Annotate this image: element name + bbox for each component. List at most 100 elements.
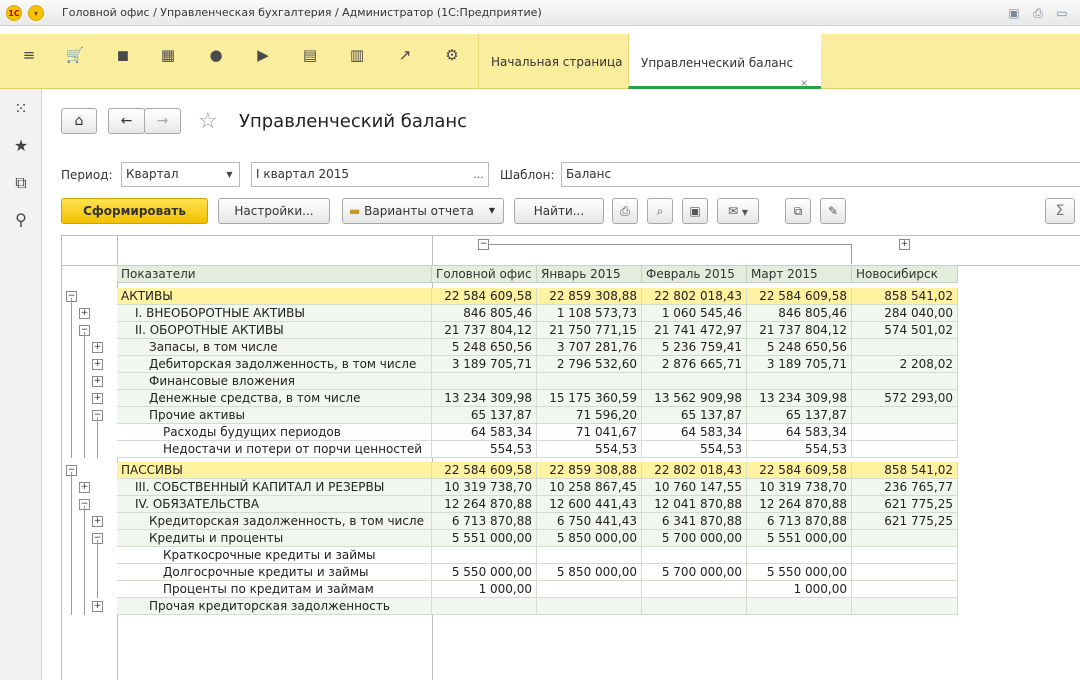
template-label: Шаблон: [500,168,555,182]
report-variants-button[interactable]: ▬ Варианты отчета ▼ [342,198,504,224]
template-field[interactable]: Баланс [561,162,1080,187]
warehouse-icon[interactable]: ▦ [154,43,182,67]
send-email-icon[interactable]: ✉ ▼ [717,198,759,224]
cart-icon[interactable]: 🛒 [61,43,89,67]
print-icon[interactable]: ⎙ [612,198,638,224]
table-row[interactable]: II. ОБОРОТНЫЕ АКТИВЫ 21 737 804,12 21 750 … [117,322,958,339]
row-value-cell: 5 850 000,00 [537,564,642,581]
row-indicator-name: Долгосрочные кредиты и займы [117,564,432,581]
back-button[interactable]: ← [108,108,145,134]
expand-row-group-icon[interactable]: + [79,308,90,319]
expand-column-group-icon[interactable]: + [899,239,910,250]
expand-row-group-icon[interactable]: + [79,482,90,493]
period-dropdown-icon[interactable]: ▼ [220,162,240,187]
row-indicator-name: Дебиторская задолженность, в том числе [117,356,432,373]
edit-report-icon[interactable]: ✎ [820,198,846,224]
apps-grid-icon[interactable]: ⁙ [11,99,31,119]
documents-icon[interactable]: ▤ [296,43,324,67]
arrow-right-icon: → [156,113,169,129]
row-value-cell: 2 796 532,60 [537,356,642,373]
table-row[interactable]: Долгосрочные кредиты и займы 5 550 000,00… [117,564,958,581]
truck-icon[interactable]: ▶ [249,43,277,67]
header-february: Февраль 2015 [642,266,747,283]
table-row[interactable]: Запасы, в том числе 5 248 650,56 3 707 281… [117,339,958,356]
bar-chart-icon[interactable]: ▥ [343,43,371,67]
home-button[interactable]: ⌂ [61,108,97,134]
table-row[interactable]: III. СОБСТВЕННЫЙ КАПИТАЛ И РЕЗЕРВЫ 10 319… [117,479,958,496]
period-range-field[interactable]: I квартал 2015 [251,162,470,187]
copy-report-icon[interactable]: ⧉ [785,198,811,224]
history-icon[interactable]: ⧉ [11,173,31,193]
row-value-cell [852,598,958,615]
close-tab-icon[interactable]: × [800,78,808,89]
row-value-cell: 5 700 000,00 [642,530,747,547]
report-spreadsheet[interactable]: − + Показатели Головной офис Январь 2015… [61,235,1080,680]
print-preview-icon[interactable]: ⌕ [647,198,673,224]
tab-management-balance[interactable]: Управленческий баланс [628,34,821,89]
table-row[interactable]: Недостачи и потери от порчи ценностей 554… [117,441,958,458]
settings-button[interactable]: Настройки... [218,198,330,224]
table-row[interactable]: Кредиты и проценты 5 551 000,00 5 850 000,… [117,530,958,547]
header-head-office: Головной офис [432,266,537,283]
print-window-icon[interactable]: ⎙ [1030,5,1046,21]
expand-row-group-icon[interactable]: + [92,376,103,387]
money-icon[interactable]: ● [202,43,230,67]
expand-row-group-icon[interactable]: + [92,342,103,353]
add-favorite-star-icon[interactable]: ☆ [198,109,218,135]
table-row[interactable]: Краткосрочные кредиты и займы [117,547,958,564]
search-icon[interactable]: ⚲ [11,210,31,230]
find-button[interactable]: Найти... [514,198,604,224]
row-value-cell: 554,53 [432,441,537,458]
menu-icon[interactable]: ≡ [15,43,43,67]
sum-button[interactable]: Σ [1045,198,1075,224]
forward-button[interactable]: → [144,108,181,134]
table-row[interactable]: Прочие активы 65 137,87 71 596,20 65 137,87… [117,407,958,424]
row-value-cell: 5 700 000,00 [642,564,747,581]
collapse-column-group-icon[interactable]: − [478,239,489,250]
table-row[interactable]: ПАССИВЫ 22 584 609,58 22 859 308,88 22 802 … [117,462,958,479]
row-value-cell: 12 264 870,88 [747,496,852,513]
bag-icon[interactable]: ◼ [109,43,137,67]
row-value-cell [747,547,852,564]
generate-button[interactable]: Сформировать [61,198,208,224]
row-indicator-name: Проценты по кредитам и займам [117,581,432,598]
expand-row-group-icon[interactable]: + [92,601,103,612]
row-value-cell: 858 541,02 [852,462,958,479]
save-window-icon[interactable]: ▣ [1006,5,1022,21]
restore-window-icon[interactable]: ▭ [1054,5,1070,21]
folder-icon: ▬ [349,204,361,218]
expand-row-group-icon[interactable]: + [92,359,103,370]
table-row[interactable]: IV. ОБЯЗАТЕЛЬСТВА 12 264 870,88 12 600 441… [117,496,958,513]
row-value-cell [642,373,747,390]
table-row[interactable]: Проценты по кредитам и займам 1 000,00 1 0… [117,581,958,598]
tab-home[interactable]: Начальная страница [478,34,628,89]
table-row[interactable]: АКТИВЫ 22 584 609,58 22 859 308,88 22 802 0… [117,288,958,305]
table-row[interactable]: Дебиторская задолженность, в том числе 3 … [117,356,958,373]
expand-row-group-icon[interactable]: + [92,393,103,404]
table-row[interactable]: Финансовые вложения [117,373,958,390]
row-indicator-name: Кредиторская задолженность, в том числе [117,513,432,530]
period-choose-button[interactable]: ... [469,162,489,187]
save-icon[interactable]: ▣ [682,198,708,224]
row-indicator-name: Расходы будущих периодов [117,424,432,441]
row-value-cell: 13 234 309,98 [747,390,852,407]
trend-icon[interactable]: ↗ [391,43,419,67]
gear-icon[interactable]: ⚙ [438,43,466,67]
row-value-cell: 10 319 738,70 [432,479,537,496]
favorites-icon[interactable]: ★ [11,136,31,156]
row-indicator-name: Кредиты и проценты [117,530,432,547]
tree-connector-line [71,472,72,615]
table-row[interactable]: Денежные средства, в том числе 13 234 309… [117,390,958,407]
table-row[interactable]: Кредиторская задолженность, в том числе 6… [117,513,958,530]
row-value-cell: 1 000,00 [747,581,852,598]
main-menu-icon[interactable]: ▾ [28,5,44,21]
table-row[interactable]: I. ВНЕОБОРОТНЫЕ АКТИВЫ 846 805,46 1 108 57… [117,305,958,322]
period-select[interactable]: Квартал [121,162,221,187]
table-row[interactable]: Прочая кредиторская задолженность [117,598,958,615]
row-value-cell: 554,53 [747,441,852,458]
report-variants-label: Варианты отчета [364,204,474,218]
tree-connector-line [97,417,98,458]
row-value-cell [537,373,642,390]
table-row[interactable]: Расходы будущих периодов 64 583,34 71 041,… [117,424,958,441]
expand-row-group-icon[interactable]: + [92,516,103,527]
